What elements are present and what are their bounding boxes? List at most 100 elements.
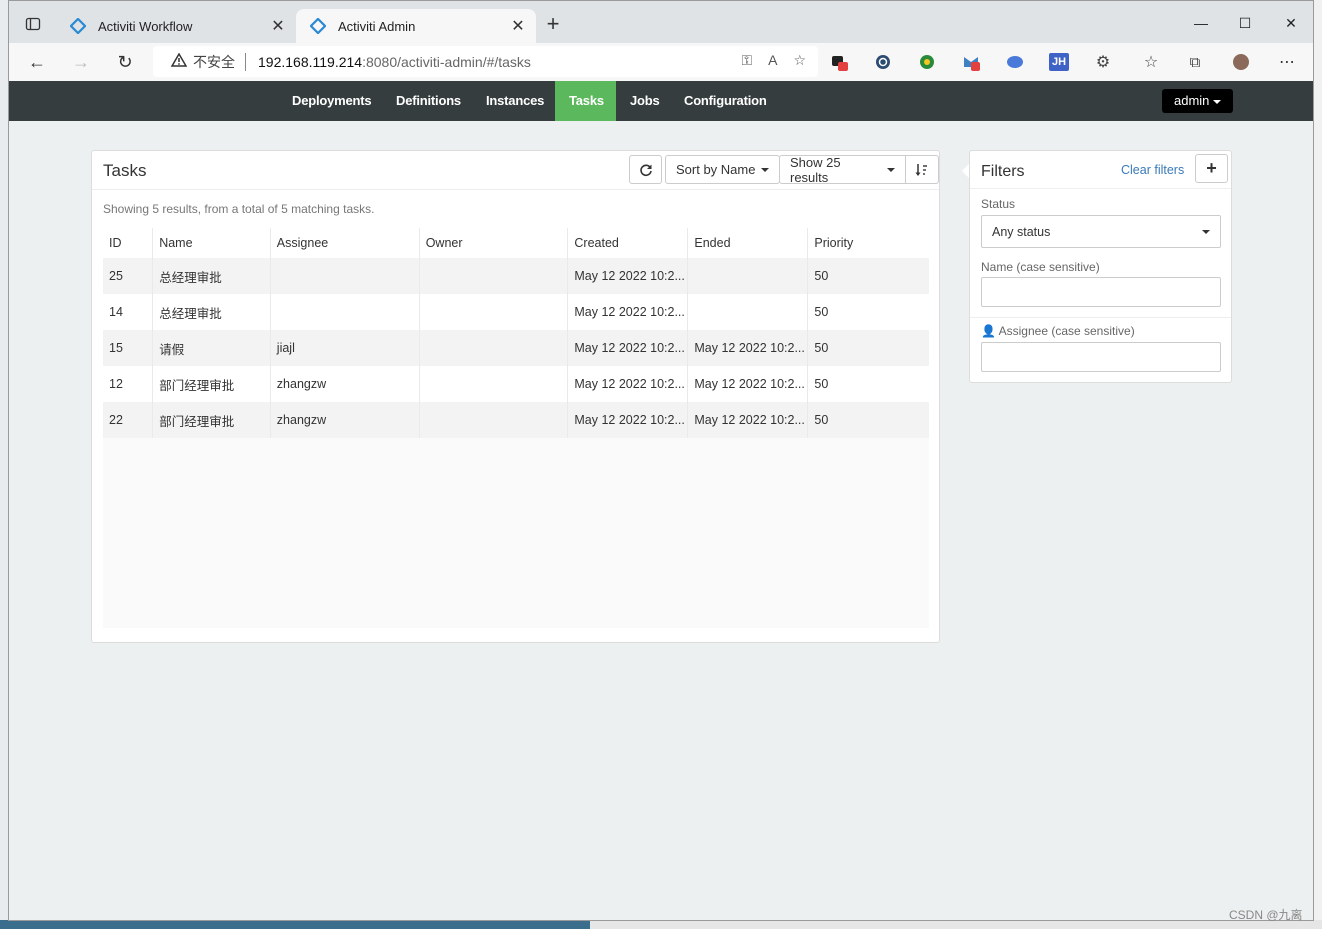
assignee-filter-input[interactable]: [981, 342, 1221, 372]
activiti-favicon-icon: [310, 18, 326, 34]
tab-activiti-admin[interactable]: Activiti Admin ✕: [296, 9, 536, 43]
column-header-name[interactable]: Name: [152, 228, 271, 258]
nav-deployments[interactable]: Deployments: [278, 81, 385, 121]
add-filter-button[interactable]: +: [1195, 154, 1228, 183]
url-path: :8080/activiti-admin/#/tasks: [362, 53, 531, 70]
cell-owner: [418, 402, 568, 438]
tab-bar: Activiti Workflow ✕ Activiti Admin ✕ + —…: [9, 1, 1313, 43]
extension-icon[interactable]: [1005, 53, 1025, 71]
extension-icon[interactable]: [917, 53, 937, 71]
sort-descending-icon: [915, 163, 928, 176]
insecure-label: 不安全: [193, 53, 235, 70]
cell-created: May 12 2022 10:2...: [567, 366, 688, 402]
table-row[interactable]: 25 总经理审批 May 12 2022 10:2... 50: [103, 258, 929, 294]
column-header-created[interactable]: Created: [567, 228, 688, 258]
cell-priority: 50: [807, 294, 929, 330]
activiti-favicon-icon: [70, 18, 86, 34]
collections-icon[interactable]: ⧉: [1185, 53, 1205, 71]
user-menu-button[interactable]: admin: [1162, 89, 1234, 113]
table-row[interactable]: 22 部门经理审批 zhangzw May 12 2022 10:2... Ma…: [103, 402, 929, 438]
show-results-dropdown[interactable]: Show 25 results: [779, 155, 907, 185]
cell-priority: 50: [807, 366, 929, 402]
column-header-assignee[interactable]: Assignee: [269, 228, 420, 258]
cell-ended: May 12 2022 10:2...: [687, 402, 808, 438]
forward-icon[interactable]: →: [67, 50, 95, 74]
close-window-icon[interactable]: ✕: [1271, 11, 1311, 35]
refresh-icon[interactable]: ↻: [111, 50, 139, 74]
nav-instances[interactable]: Instances: [472, 81, 558, 121]
refresh-button[interactable]: [629, 155, 662, 184]
more-menu-icon[interactable]: ⋯: [1277, 53, 1297, 71]
tab-actions-icon[interactable]: [21, 13, 45, 35]
new-tab-icon[interactable]: +: [542, 13, 564, 36]
cell-created: May 12 2022 10:2...: [567, 294, 688, 330]
caret-down-icon: [887, 167, 896, 172]
cell-priority: 50: [807, 258, 929, 294]
nav-configuration[interactable]: Configuration: [670, 81, 781, 121]
cell-id: 15: [103, 330, 153, 366]
extension-icon[interactable]: [961, 53, 981, 71]
filters-panel: Filters Clear filters + Status Any statu…: [969, 150, 1232, 383]
cell-created: May 12 2022 10:2...: [567, 330, 688, 366]
column-header-id[interactable]: ID: [103, 228, 153, 258]
sort-dropdown[interactable]: Sort by Name: [665, 155, 781, 184]
filters-divider: [970, 317, 1231, 318]
extension-icon[interactable]: [829, 53, 849, 71]
column-header-ended[interactable]: Ended: [687, 228, 808, 258]
table-empty-area: [103, 438, 929, 628]
cell-id: 14: [103, 294, 153, 330]
table-row[interactable]: 12 部门经理审批 zhangzw May 12 2022 10:2... Ma…: [103, 366, 929, 402]
extension-icon[interactable]: [873, 53, 893, 71]
table-row[interactable]: 14 总经理审批 May 12 2022 10:2... 50: [103, 294, 929, 330]
assignee-filter-label-text: Assignee (case sensitive): [998, 324, 1135, 338]
refresh-icon: [639, 163, 652, 176]
name-filter-input[interactable]: [981, 277, 1221, 307]
tab-title: Activiti Workflow: [98, 18, 193, 34]
table-row[interactable]: 15 请假 jiajl May 12 2022 10:2... May 12 2…: [103, 330, 929, 366]
tab-activiti-workflow[interactable]: Activiti Workflow ✕: [56, 9, 296, 43]
minimize-icon[interactable]: —: [1181, 11, 1221, 35]
cell-owner: [418, 258, 568, 294]
close-tab-icon[interactable]: ✕: [268, 16, 288, 36]
key-icon[interactable]: ⚿: [741, 52, 752, 69]
status-select[interactable]: Any status: [981, 215, 1221, 248]
results-summary: Showing 5 results, from a total of 5 mat…: [103, 202, 375, 216]
jh-extension-icon[interactable]: JH: [1049, 53, 1069, 71]
caret-down-icon: [761, 167, 770, 172]
cell-id: 22: [103, 402, 153, 438]
profile-avatar-icon[interactable]: [1231, 53, 1251, 71]
cell-assignee: zhangzw: [269, 402, 420, 438]
back-icon[interactable]: ←: [23, 50, 51, 74]
cell-assignee: [269, 258, 420, 294]
extensions-icon[interactable]: ⚙: [1093, 53, 1113, 71]
cell-assignee: zhangzw: [269, 366, 420, 402]
column-header-priority[interactable]: Priority: [807, 228, 929, 258]
cell-name: 总经理审批: [152, 294, 271, 330]
read-aloud-icon[interactable]: A: [768, 52, 777, 69]
tab-title: Activiti Admin: [338, 18, 416, 34]
add-favorite-icon[interactable]: ☆: [793, 52, 806, 69]
favorites-icon[interactable]: ☆: [1141, 53, 1161, 71]
name-filter-label: Name (case sensitive): [981, 260, 1100, 274]
address-toolbar: ← → ↻ 不安全 192.168.119.214 :8080/activiti…: [9, 43, 1313, 81]
nav-tasks[interactable]: Tasks: [555, 81, 616, 121]
column-header-owner[interactable]: Owner: [418, 228, 568, 258]
browser-window: Activiti Workflow ✕ Activiti Admin ✕ + —…: [8, 0, 1314, 921]
maximize-icon[interactable]: ☐: [1225, 11, 1265, 35]
tasks-table: ID Name Assignee Owner Created Ended Pri…: [103, 228, 929, 438]
nav-definitions[interactable]: Definitions: [382, 81, 475, 121]
cell-ended: [687, 258, 808, 294]
warning-icon[interactable]: [170, 52, 188, 70]
panel-divider: [92, 189, 939, 190]
nav-jobs[interactable]: Jobs: [616, 81, 674, 121]
filters-divider: [970, 188, 1231, 189]
address-bar[interactable]: 不安全 192.168.119.214 :8080/activiti-admin…: [153, 46, 818, 77]
cell-owner: [418, 330, 568, 366]
cell-id: 12: [103, 366, 153, 402]
plus-icon: +: [1206, 158, 1217, 178]
clear-filters-link[interactable]: Clear filters: [1121, 163, 1184, 177]
sort-order-button[interactable]: [906, 155, 939, 184]
cell-created: May 12 2022 10:2...: [567, 402, 688, 438]
close-tab-icon[interactable]: ✕: [508, 16, 528, 36]
cell-name: 部门经理审批: [152, 402, 271, 438]
